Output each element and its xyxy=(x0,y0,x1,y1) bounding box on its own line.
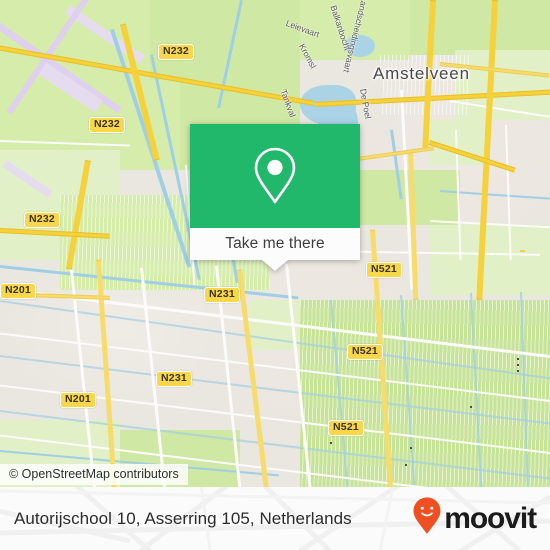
osm-attribution[interactable]: © OpenStreetMap contributors xyxy=(0,464,188,485)
screenshot-root: Leievaart Kromsl Tankval Balkanbocht Lan… xyxy=(0,0,550,550)
road-shield-n521-b[interactable]: N521 xyxy=(347,344,383,360)
road-shield-n232-c[interactable]: N232 xyxy=(24,212,60,228)
moovit-pin-icon xyxy=(412,496,442,541)
water-label-depoel: De Poel xyxy=(358,88,374,120)
moovit-wordmark: moovit xyxy=(444,501,537,535)
road-shield-n232-b[interactable]: N232 xyxy=(89,117,125,133)
city-label-amstelveen: Amstelveen xyxy=(373,64,470,83)
road-shield-n521-c[interactable]: N521 xyxy=(328,420,364,436)
water-label-leievaart: Leievaart xyxy=(284,18,321,40)
road-shield-n231-b[interactable]: N231 xyxy=(156,371,192,387)
road-shield-n201-b[interactable]: N201 xyxy=(60,392,96,408)
map-pin-icon xyxy=(251,146,299,206)
location-title: Autorijschool 10, Asserring 105, Netherl… xyxy=(14,508,352,528)
road-shield-n232-a[interactable]: N232 xyxy=(158,44,194,60)
popup-pointer-notch xyxy=(262,260,288,271)
footer-bar: Autorijschool 10, Asserring 105, Netherl… xyxy=(0,487,550,550)
road-shield-n201-a[interactable]: N201 xyxy=(0,283,36,299)
water-label-kromsl: Kromsl xyxy=(297,42,319,71)
map-canvas[interactable]: Leievaart Kromsl Tankval Balkanbocht Lan… xyxy=(0,0,550,487)
popup-action-bar[interactable]: Take me there xyxy=(190,228,360,260)
moovit-logo[interactable]: moovit xyxy=(412,496,537,541)
popup-icon-area xyxy=(190,124,360,228)
road-shield-n521-a[interactable]: N521 xyxy=(366,262,402,278)
take-me-there-label: Take me there xyxy=(225,235,325,252)
water-label-tankval: Tankval xyxy=(278,88,298,119)
location-popup-card[interactable]: Take me there xyxy=(190,124,360,271)
road-shield-n231-a[interactable]: N231 xyxy=(204,287,240,303)
